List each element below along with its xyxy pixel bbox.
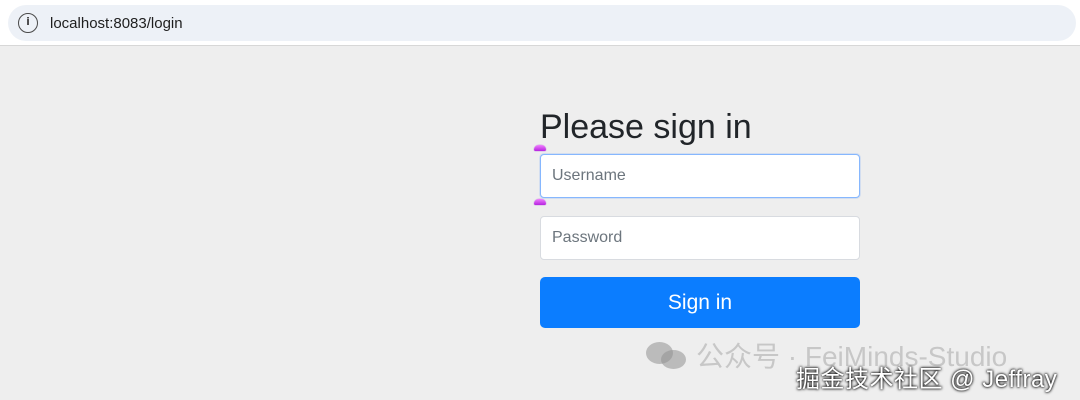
signin-button[interactable]: Sign in — [540, 277, 860, 328]
wechat-bubble-left — [646, 342, 673, 364]
page-title: Please sign in — [540, 108, 752, 146]
wechat-bubble-right — [661, 350, 686, 369]
info-icon[interactable]: i — [18, 13, 38, 33]
wechat-icon — [644, 339, 688, 371]
purple-marker-icon — [534, 199, 546, 205]
purple-marker-icon — [534, 145, 546, 151]
password-input[interactable] — [540, 216, 860, 260]
address-bar[interactable]: i localhost:8083/login — [8, 5, 1076, 41]
juejin-watermark: 掘金技术社区 @ Jeffray — [796, 366, 1058, 393]
wechat-watermark: 公众号 · FeiMinds-Studio — [644, 336, 1074, 374]
url-text[interactable]: localhost:8083/login — [50, 15, 183, 32]
browser-toolbar: i localhost:8083/login — [0, 0, 1080, 46]
username-input[interactable] — [540, 154, 860, 198]
signin-form: Please sign in Sign in — [534, 106, 860, 336]
wechat-watermark-text: 公众号 · FeiMinds-Studio — [696, 341, 1008, 372]
